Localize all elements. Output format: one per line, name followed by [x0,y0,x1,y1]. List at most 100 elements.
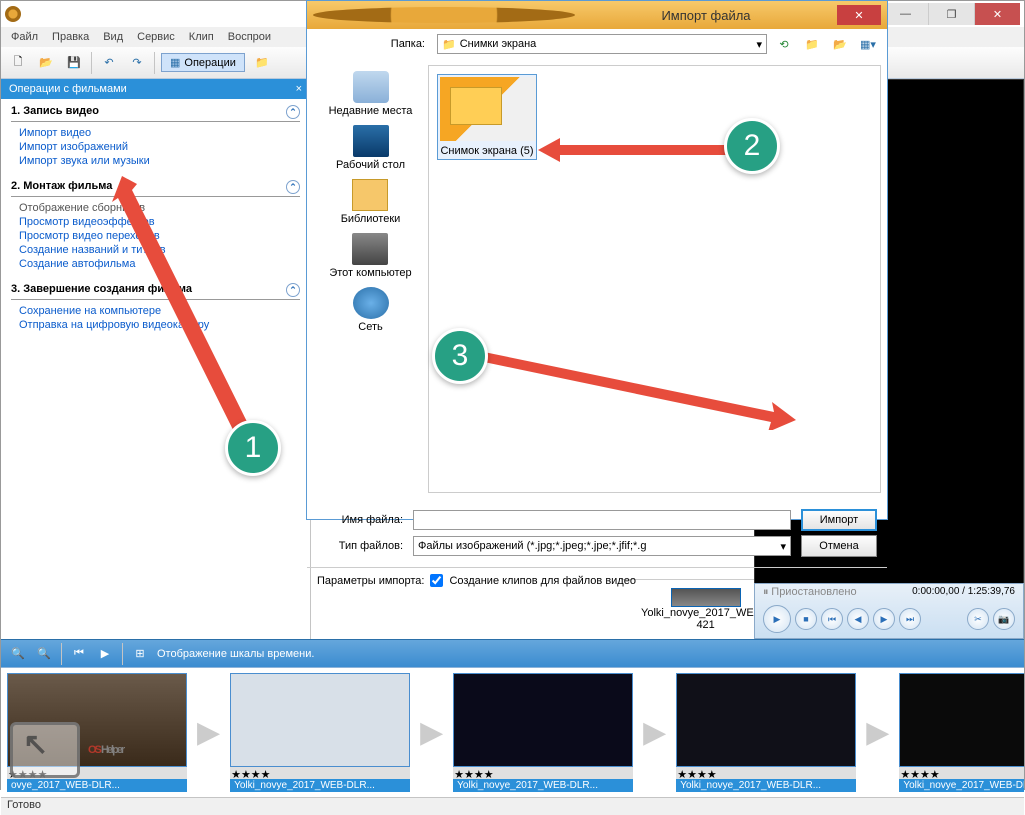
dialog-close-button[interactable]: ✕ [837,5,881,25]
nav-recent[interactable]: Недавние места [329,71,413,117]
callout-3: 3 [432,328,488,384]
chevron-up-icon[interactable]: ⌃ [286,283,300,297]
app-icon [5,6,21,22]
operations-toggle[interactable]: ▦ Операции [161,53,245,72]
open-icon[interactable]: 📂 [35,52,57,74]
timeline-toolbar: 🔍 🔍 ⏮ ▶ ⊞ Отображение шкалы времени. [1,639,1024,667]
import-button[interactable]: Импорт [801,509,877,531]
clip-label: Yolki_novye_2017_WEB... [641,607,770,619]
stop-button[interactable]: ■ [795,608,817,630]
menu-edit[interactable]: Правка [52,31,89,43]
storyboard-clip[interactable]: ★★★★Yolki_novye_2017_WEB-DLR... [453,673,633,792]
next-button[interactable]: ⏭ [899,608,921,630]
transition-slot[interactable]: ▶ [643,686,666,780]
rewind-icon[interactable]: ⏮ [70,645,88,663]
player-time: 0:00:00,00 / 1:25:39,76 [912,586,1015,597]
storyboard-clip[interactable]: ★★★★Yolki_novye_2017_WEB-DLR... [676,673,856,792]
step-fwd-button[interactable]: ▶ [873,608,895,630]
callout-2: 2 [724,118,780,174]
chevron-up-icon[interactable]: ⌃ [286,180,300,194]
clip-label: Yolki_novye_2017_WEB-DLR... [453,779,633,792]
create-clips-label: Создание клипов для файлов видео [449,575,636,587]
file-item-selected[interactable]: Снимок экрана (5) [437,74,537,160]
transition-slot[interactable]: ▶ [420,686,443,780]
clip-item[interactable]: Yolki_novye_2017_WEB... 421 [641,588,770,631]
storyboard-clip[interactable]: ★★★★Yolki_novye_2017_WEB-DLR... [899,673,1024,792]
chevron-down-icon: ▾ [756,38,762,51]
section-capture-title: 1. Запись видео [11,105,99,119]
play-timeline-icon[interactable]: ▶ [96,645,114,663]
nav-libraries[interactable]: Библиотеки [341,179,401,225]
redo-icon[interactable]: ↷ [126,52,148,74]
split-button[interactable]: ✂ [967,608,989,630]
play-button[interactable]: ▶ [763,605,791,633]
nav-computer[interactable]: Этот компьютер [329,233,411,279]
up-icon[interactable]: 📁 [801,33,823,55]
callout-1: 1 [225,420,281,476]
chevron-down-icon: ▾ [780,540,786,553]
minimize-button[interactable]: — [882,3,928,25]
import-file-dialog: Импорт файла ✕ Папка: 📁 Снимки экрана ▾ … [306,0,888,520]
section-edit-title: 2. Монтаж фильма [11,180,112,194]
transition-slot[interactable]: ▶ [866,686,889,780]
sidebar-close-icon[interactable]: × [296,83,302,95]
watermark: OS Helper [10,722,123,778]
clip-label: ovye_2017_WEB-DLR... [7,779,187,792]
save-icon[interactable]: 💾 [63,52,85,74]
dialog-toolbar: Папка: 📁 Снимки экрана ▾ ⟲ 📁 📂 ▦▾ [307,29,887,59]
timeline-status: Отображение шкалы времени. [157,648,314,660]
view-menu-icon[interactable]: ▦▾ [857,33,879,55]
watermark-text-2: Helper [100,744,123,756]
dialog-titlebar: Импорт файла ✕ [307,1,887,29]
zoom-in-icon[interactable]: 🔍 [9,645,27,663]
storyboard-clip[interactable]: ★★★★Yolki_novye_2017_WEB-DLR... [230,673,410,792]
filename-input[interactable] [413,510,791,530]
menu-file[interactable]: Файл [11,31,38,43]
filename-label: Имя файла: [317,514,403,526]
statusbar: Готово [1,797,1024,815]
step-back-button[interactable]: ◀ [847,608,869,630]
import-options-label: Параметры импорта: [317,575,424,587]
link-import-images[interactable]: Импорт изображений [11,140,300,154]
menu-play[interactable]: Воспрои [228,31,271,43]
create-clips-checkbox[interactable] [430,574,443,587]
separator [154,52,155,74]
cancel-button[interactable]: Отмена [801,535,877,557]
clip-label: Yolki_novye_2017_WEB-DLR... [899,779,1024,792]
file-name: Снимок экрана (5) [440,141,534,157]
filetype-label: Тип файлов: [317,540,403,552]
storyboard[interactable]: ★★★★ovye_2017_WEB-DLR... ▶ ★★★★Yolki_nov… [1,667,1024,797]
menu-view[interactable]: Вид [103,31,123,43]
folder-label: Папка: [315,38,425,50]
folder-dropdown[interactable]: 📁 Снимки экрана ▾ [437,34,767,54]
menu-tools[interactable]: Сервис [137,31,175,43]
collections-icon[interactable]: 📁 [251,52,273,74]
nav-network[interactable]: Сеть [353,287,389,333]
separator [61,643,62,665]
prev-button[interactable]: ⏮ [821,608,843,630]
zoom-out-icon[interactable]: 🔍 [35,645,53,663]
new-folder-icon[interactable]: 📂 [829,33,851,55]
maximize-button[interactable]: ❐ [928,3,974,25]
snapshot-button[interactable]: 📷 [993,608,1015,630]
filetype-dropdown[interactable]: Файлы изображений (*.jpg;*.jpeg;*.jpe;*.… [413,536,791,556]
timeline-view-icon[interactable]: ⊞ [131,645,149,663]
menu-clip[interactable]: Клип [189,31,214,43]
clip-label: Yolki_novye_2017_WEB-DLR... [230,779,410,792]
transition-slot[interactable]: ▶ [197,686,220,780]
folder-value: Снимки экрана [460,38,537,50]
arrow-2 [538,138,738,162]
operations-label: Операции [184,57,235,69]
new-icon[interactable]: 🗋 [7,52,29,74]
chevron-up-icon[interactable]: ⌃ [286,105,300,119]
link-import-audio[interactable]: Импорт звука или музыки [11,154,300,168]
nav-desktop[interactable]: Рабочий стол [336,125,405,171]
back-icon[interactable]: ⟲ [773,33,795,55]
places-bar: Недавние места Рабочий стол Библиотеки Э… [313,65,428,493]
link-import-video[interactable]: Импорт видео [11,126,300,140]
folder-icon: 📁 [442,38,456,51]
close-button[interactable]: ✕ [974,3,1020,25]
app-icon [313,7,575,23]
watermark-text-1: OS [88,744,100,756]
undo-icon[interactable]: ↶ [98,52,120,74]
